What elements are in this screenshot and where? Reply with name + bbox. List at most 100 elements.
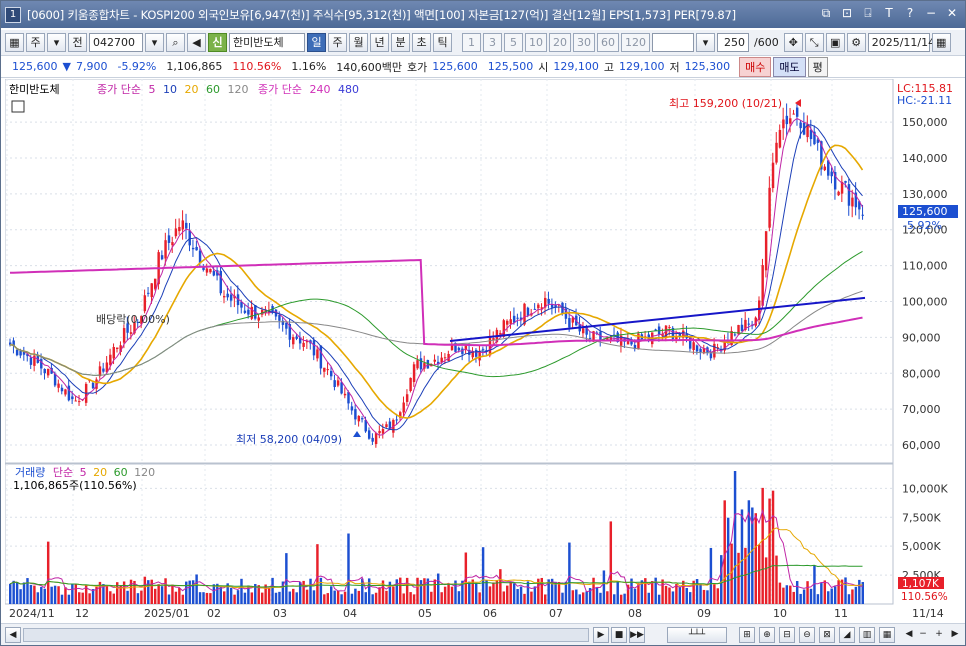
interval-5[interactable]: 5: [504, 33, 523, 52]
play-icon[interactable]: ▶: [593, 627, 609, 643]
grid-icon[interactable]: ▦: [879, 627, 895, 643]
scroll-track[interactable]: [23, 628, 589, 642]
stock-name-field[interactable]: 한미반도체: [229, 33, 305, 52]
volume-bar: [682, 580, 685, 604]
minus-icon[interactable]: −: [915, 627, 931, 643]
volume-bar: [278, 591, 281, 604]
count-input[interactable]: 250: [717, 33, 749, 52]
scroll-left-icon[interactable]: ◀: [5, 627, 21, 643]
chart-area[interactable]: 150,000 140,000 130,000 120,000 110,000 100,0…: [5, 79, 965, 624]
candle-body: [67, 385, 71, 401]
candle-body: [385, 424, 388, 428]
candle-body: [129, 332, 133, 334]
stock-code-input[interactable]: 042700: [89, 33, 143, 52]
volume-bar: [585, 591, 588, 604]
measure-icon[interactable]: ⊟: [779, 627, 795, 643]
volume-bar: [26, 578, 29, 604]
interval-10[interactable]: 10: [525, 33, 547, 52]
date-tick-label: 2025/01: [144, 607, 190, 620]
pin-icon[interactable]: ⍈: [861, 6, 875, 20]
stop-icon[interactable]: ■: [611, 627, 627, 643]
candle-body: [278, 315, 281, 321]
draw-icon[interactable]: ◢: [839, 627, 855, 643]
link-window-icon[interactable]: ⧉: [819, 6, 833, 20]
tab-period-second[interactable]: 초: [412, 33, 431, 52]
candle-body: [581, 328, 585, 334]
tab-period-week[interactable]: 주: [328, 33, 347, 52]
interval-3[interactable]: 3: [483, 33, 502, 52]
zoom-in-icon[interactable]: ⊕: [759, 627, 775, 643]
candle-body: [223, 296, 226, 298]
volume-bar: [229, 587, 233, 604]
candle-body: [823, 166, 827, 171]
speaker-icon[interactable]: ◀: [187, 33, 206, 52]
scroll-bar[interactable]: ◀ ▶ ■ ▶▶ ┴┴┴ ⊞ ⊕ ⊟ ⊖ ⊠ ◢ ▥ ▦ ◀ − + ▶: [1, 623, 965, 645]
volume-bar: [340, 594, 343, 604]
price-panel: [5, 79, 894, 464]
candle-body: [443, 357, 447, 359]
volume-bar: [437, 573, 440, 604]
volume-bar: [312, 590, 316, 604]
eval-button[interactable]: 평: [807, 56, 828, 77]
interval-custom-input[interactable]: [652, 33, 694, 52]
tab-period-minute[interactable]: 분: [391, 33, 410, 52]
interval-dropdown-icon[interactable]: ▾: [696, 33, 715, 52]
restore-icon[interactable]: ⊡: [840, 6, 854, 20]
zoom-slider[interactable]: ┴┴┴: [667, 627, 727, 643]
minimize-icon[interactable]: −: [924, 6, 938, 20]
tab-period-day[interactable]: 일: [307, 33, 326, 52]
volume-bar: [219, 586, 222, 604]
candle-body: [326, 369, 329, 371]
volume-bar: [285, 553, 288, 604]
bid-label: 호가: [407, 60, 428, 74]
volume-bar: [651, 581, 654, 604]
save-icon[interactable]: ▣: [825, 33, 845, 52]
plus-icon[interactable]: +: [931, 627, 947, 643]
zoom-out-icon[interactable]: ⊖: [799, 627, 815, 643]
tab-period-year[interactable]: 년: [370, 33, 389, 52]
interval-120[interactable]: 120: [621, 33, 650, 52]
sell-button[interactable]: 매도: [773, 56, 806, 77]
period-dropdown-icon[interactable]: ▾: [47, 33, 66, 52]
price-volume-chart[interactable]: 150,000140,000130,000120,000110,000100,0…: [5, 79, 965, 624]
range-icon[interactable]: ⊠: [819, 627, 835, 643]
period-select[interactable]: 주: [26, 33, 45, 52]
candle-body: [178, 227, 181, 232]
fast-forward-icon[interactable]: ▶▶: [629, 627, 645, 643]
prev-button[interactable]: 전: [68, 33, 87, 52]
volume-bar: [433, 579, 436, 604]
calendar-icon[interactable]: ▦: [931, 33, 951, 52]
volume-bar: [195, 574, 198, 604]
text-icon[interactable]: T: [882, 6, 896, 20]
bars-icon[interactable]: ▥: [859, 627, 875, 643]
close-icon[interactable]: ✕: [945, 6, 959, 20]
crosshair-icon[interactable]: ✥: [783, 33, 803, 52]
tab-period-month[interactable]: 월: [349, 33, 368, 52]
gear-icon[interactable]: ⚙: [846, 33, 866, 52]
code-dropdown-icon[interactable]: ▾: [145, 33, 164, 52]
scroll-right-icon[interactable]: ▶: [947, 627, 963, 643]
candle-body: [164, 240, 167, 259]
candle-body: [775, 142, 778, 163]
buy-button[interactable]: 매수: [739, 56, 772, 77]
date-input[interactable]: 2025/11/14: [867, 33, 935, 52]
candle-body: [212, 271, 216, 276]
help-icon[interactable]: ?: [903, 6, 917, 20]
interval-30[interactable]: 30: [573, 33, 595, 52]
candle-body: [295, 336, 298, 339]
candle-body: [692, 342, 695, 351]
volume-bar: [512, 583, 516, 604]
volume-bar: [485, 580, 488, 604]
interval-1[interactable]: 1: [462, 33, 481, 52]
candle-body: [499, 332, 502, 335]
search-icon[interactable]: ⌕: [166, 33, 185, 52]
trade-amount: 140,600백만: [336, 60, 403, 74]
interval-60[interactable]: 60: [597, 33, 619, 52]
tab-period-tick[interactable]: 틱: [433, 33, 452, 52]
layout-icon[interactable]: ▦: [5, 33, 24, 52]
candle-body: [336, 380, 340, 386]
candle-body: [150, 283, 153, 298]
interval-20[interactable]: 20: [549, 33, 571, 52]
zoom-fit-icon[interactable]: ⊞: [739, 627, 755, 643]
chart-tool-icon[interactable]: ⤡: [804, 33, 824, 52]
